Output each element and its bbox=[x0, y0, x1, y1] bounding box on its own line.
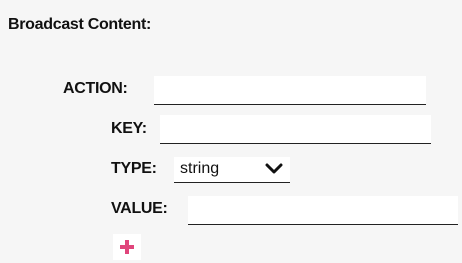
chevron-down-icon bbox=[265, 163, 283, 174]
plus-icon bbox=[120, 240, 134, 254]
add-extra-button[interactable] bbox=[113, 234, 141, 260]
type-label: TYPE: bbox=[111, 160, 157, 177]
key-input[interactable] bbox=[160, 115, 431, 144]
broadcast-content-panel: Broadcast Content: ACTION: KEY: TYPE: st… bbox=[0, 0, 462, 263]
value-input[interactable] bbox=[188, 196, 458, 225]
action-input[interactable] bbox=[154, 76, 426, 105]
action-label: ACTION: bbox=[63, 80, 128, 97]
key-label: KEY: bbox=[111, 120, 147, 137]
broadcast-content-heading: Broadcast Content: bbox=[8, 16, 152, 33]
type-select-value: string bbox=[180, 160, 220, 177]
type-select[interactable]: string bbox=[174, 157, 290, 183]
value-label: VALUE: bbox=[111, 200, 168, 217]
